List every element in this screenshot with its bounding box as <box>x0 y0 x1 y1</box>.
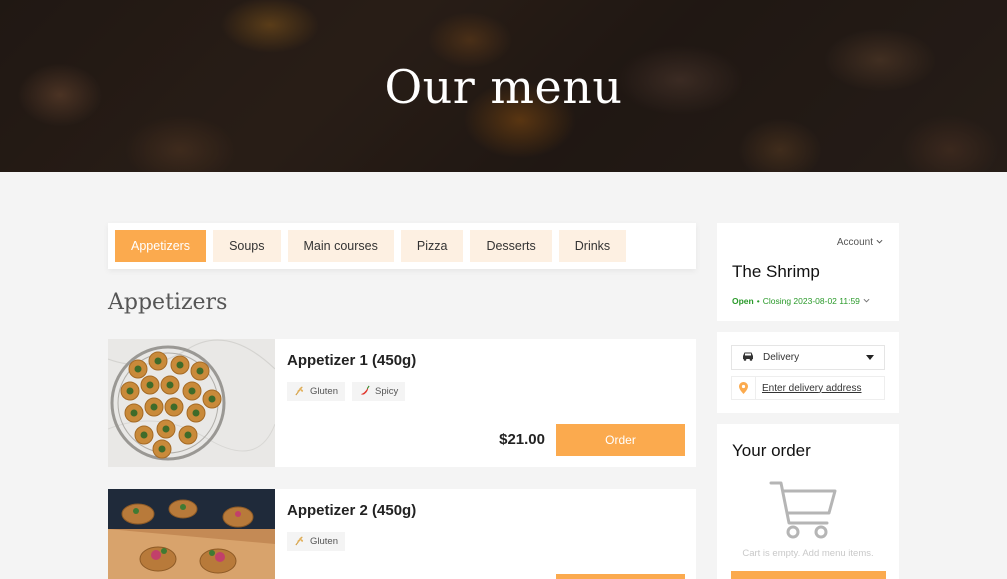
tab-pizza[interactable]: Pizza <box>400 230 464 262</box>
tag-label: Gluten <box>310 536 338 547</box>
item-tags: Gluten Spicy <box>287 382 406 401</box>
tab-appetizers[interactable]: Appetizers <box>115 230 207 262</box>
open-status[interactable]: Open • Closing 2023-08-02 11:59 <box>732 296 870 306</box>
wheat-icon <box>294 535 305 549</box>
menu-item: Appetizer 2 (450g) Gluten <box>108 489 696 579</box>
delivery-panel: Delivery Enter delivery address <box>717 332 899 413</box>
account-label: Account <box>836 237 873 248</box>
tag-label: Spicy <box>375 386 399 397</box>
restaurant-name: The Shrimp <box>732 262 820 281</box>
tab-drinks[interactable]: Drinks <box>558 230 627 262</box>
hero-banner: Our menu <box>0 0 1007 172</box>
tag-spicy: Spicy <box>352 382 406 401</box>
caret-down-icon <box>866 352 874 363</box>
delivery-method-select[interactable]: Delivery <box>731 345 885 370</box>
restaurant-panel: Account The Shrimp Open • Closing 2023-0… <box>717 223 899 321</box>
status-closing: Closing 2023-08-02 11:59 <box>762 296 860 306</box>
item-price: $21.00 <box>499 431 545 448</box>
status-open: Open <box>732 296 754 306</box>
item-tags: Gluten <box>287 532 345 551</box>
tab-desserts[interactable]: Desserts <box>470 230 552 262</box>
car-icon <box>742 351 754 364</box>
order-button[interactable]: Order <box>556 424 685 456</box>
tab-main-courses[interactable]: Main courses <box>287 230 394 262</box>
tag-label: Gluten <box>310 386 338 397</box>
account-menu[interactable]: Account <box>837 237 883 248</box>
wheat-icon <box>294 385 305 399</box>
map-pin-icon <box>732 377 756 399</box>
chevron-down-icon <box>863 296 870 306</box>
menu-item: Appetizer 1 (450g) Gluten Spicy $21.00 O… <box>108 339 696 467</box>
item-name[interactable]: Appetizer 2 (450g) <box>287 502 416 519</box>
hero-title: Our menu <box>384 60 623 114</box>
item-photo[interactable] <box>108 489 275 579</box>
order-title: Your order <box>732 441 811 460</box>
tag-gluten: Gluten <box>287 532 345 551</box>
status-dot: • <box>756 296 760 306</box>
chevron-down-icon <box>876 237 883 248</box>
delivery-address-field[interactable]: Enter delivery address <box>731 376 885 400</box>
checkout-button[interactable] <box>731 571 886 579</box>
delivery-address-link[interactable]: Enter delivery address <box>756 383 862 394</box>
cart-empty-message: Cart is empty. Add menu items. <box>742 548 874 559</box>
item-name[interactable]: Appetizer 1 (450g) <box>287 352 416 369</box>
order-button[interactable] <box>556 574 685 579</box>
tab-soups[interactable]: Soups <box>213 230 281 262</box>
shopping-cart-icon <box>769 479 839 546</box>
category-tabs: Appetizers Soups Main courses Pizza Dess… <box>108 223 696 269</box>
tag-gluten: Gluten <box>287 382 345 401</box>
chili-pepper-icon <box>359 385 370 399</box>
section-title: Appetizers <box>108 290 228 315</box>
delivery-method-label: Delivery <box>763 352 800 363</box>
item-photo[interactable] <box>108 339 275 467</box>
order-panel: Your order Cart is empty. Add menu items… <box>717 424 899 579</box>
